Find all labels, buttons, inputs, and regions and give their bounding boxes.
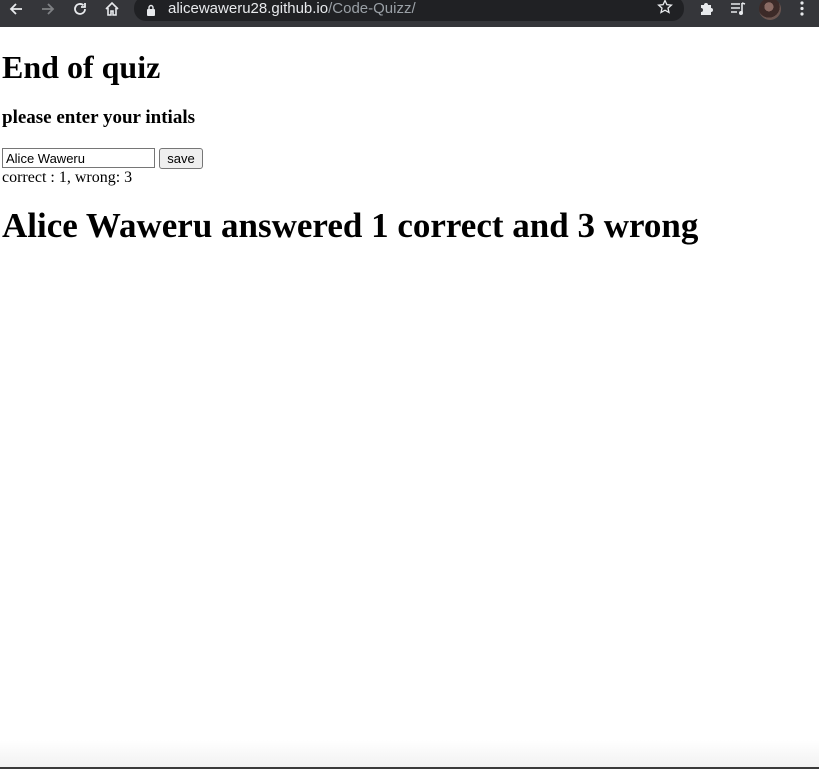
- reload-icon[interactable]: [69, 0, 91, 18]
- result-heading: Alice Waweru answered 1 correct and 3 wr…: [2, 206, 699, 245]
- url-text[interactable]: alicewaweru28.github.io/Code-Quizz/: [168, 0, 416, 18]
- initials-input[interactable]: [2, 148, 155, 168]
- initials-prompt: please enter your intials: [2, 107, 195, 128]
- back-arrow-icon[interactable]: [5, 0, 27, 18]
- save-button[interactable]: save: [159, 148, 203, 169]
- score-summary: correct : 1, wrong: 3: [2, 169, 133, 186]
- lock-icon[interactable]: [146, 3, 156, 21]
- url-host: alicewaweru28.github.io: [168, 0, 329, 17]
- window-bottom-edge: [0, 740, 819, 769]
- page-title: End of quiz: [2, 49, 161, 85]
- puzzle-icon[interactable]: [698, 0, 714, 23]
- address-bar[interactable]: alicewaweru28.github.io/Code-Quizz/: [134, 0, 684, 21]
- browser-toolbar: alicewaweru28.github.io/Code-Quizz/: [0, 0, 819, 27]
- profile-avatar[interactable]: [759, 0, 781, 20]
- star-icon[interactable]: [657, 0, 673, 20]
- kebab-menu-icon[interactable]: [796, 0, 808, 23]
- page-content: End of quiz please enter your intials sa…: [0, 27, 819, 767]
- forward-arrow-icon[interactable]: [37, 0, 59, 18]
- url-path: /Code-Quizz/: [328, 0, 416, 17]
- media-queue-icon[interactable]: [729, 0, 747, 23]
- home-icon[interactable]: [101, 0, 123, 18]
